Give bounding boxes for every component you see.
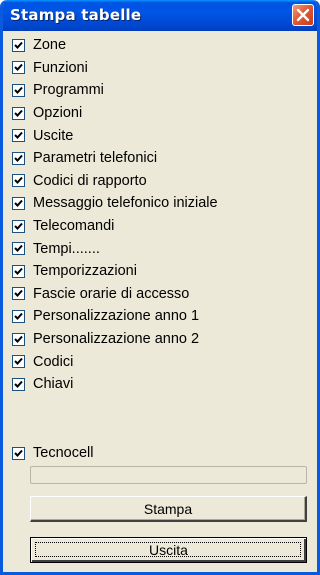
checkbox[interactable] (12, 61, 25, 75)
checkbox-row[interactable]: Personalizzazione anno 2 (3, 328, 317, 351)
checkbox-row[interactable]: Programmi (3, 79, 317, 102)
checkbox-row[interactable]: Zone (3, 34, 317, 57)
print-button-label: Stampa (143, 500, 193, 517)
checkbox[interactable] (12, 219, 25, 233)
checkbox-label: Personalizzazione anno 2 (33, 331, 200, 348)
checkbox-label: Personalizzazione anno 1 (33, 308, 200, 325)
checkbox-label: Programmi (33, 82, 104, 99)
checkbox-row[interactable]: Messaggio telefonico iniziale (3, 192, 317, 215)
checkbox-row[interactable]: Telecomandi (3, 215, 317, 238)
checkbox-label: Chiavi (33, 376, 74, 393)
checkbox[interactable] (12, 129, 25, 143)
checkmark-icon (14, 177, 23, 185)
checkmark-icon (14, 335, 23, 343)
checkbox[interactable] (12, 83, 25, 97)
print-progress-bar (30, 466, 307, 484)
checkbox-row[interactable]: Tempi....... (3, 237, 317, 260)
checkbox-row-tecnocell[interactable]: Tecnocell (3, 442, 317, 465)
checkbox-row[interactable]: Codici (3, 350, 317, 373)
checkbox[interactable] (12, 38, 25, 52)
exit-button[interactable]: Uscita (30, 537, 307, 563)
checkmark-icon (14, 109, 23, 117)
checkmark-icon (14, 267, 23, 275)
checkbox-label: Parametri telefonici (33, 150, 158, 167)
checkbox[interactable] (12, 309, 25, 323)
checkmark-icon (14, 449, 23, 457)
checkbox-label: Uscite (33, 127, 74, 144)
checkmark-icon (14, 290, 23, 298)
checkbox-label: Codici di rapporto (33, 172, 147, 189)
checkbox-row[interactable]: Personalizzazione anno 1 (3, 305, 317, 328)
checkbox-label: Funzioni (33, 59, 88, 76)
checkmark-icon (14, 132, 23, 140)
checkmark-icon (14, 222, 23, 230)
checkmark-icon (14, 41, 23, 49)
checkbox-label: Messaggio telefonico iniziale (33, 195, 218, 212)
checkbox[interactable] (12, 377, 25, 391)
tecnocell-checkbox[interactable] (12, 446, 25, 460)
checkbox-row[interactable]: Temporizzazioni (3, 260, 317, 283)
checkmark-icon (14, 312, 23, 320)
checkbox[interactable] (12, 196, 25, 210)
tecnocell-label: Tecnocell (33, 445, 94, 462)
focus-rectangle (35, 542, 301, 557)
checkbox-label: Telecomandi (33, 218, 115, 235)
checkmark-icon (14, 244, 23, 253)
checkmark-icon (14, 86, 23, 94)
checkbox-row[interactable]: Parametri telefonici (3, 147, 317, 170)
checkbox-row[interactable]: Funzioni (3, 57, 317, 80)
checkbox-label: Fascie orarie di accesso (33, 285, 190, 302)
checkmark-icon (14, 380, 23, 388)
checkbox-row[interactable]: Uscite (3, 124, 317, 147)
checkbox-label: Temporizzazioni (33, 263, 137, 280)
checkmark-icon (14, 64, 23, 72)
window-title: Stampa tabelle (10, 6, 142, 24)
checkbox[interactable] (12, 264, 25, 278)
print-button[interactable]: Stampa (30, 496, 307, 522)
checkbox-row[interactable]: Chiavi (3, 373, 317, 396)
checkbox[interactable] (12, 332, 25, 346)
checkmark-icon (14, 154, 23, 162)
checkbox[interactable] (12, 151, 25, 165)
checkmark-icon (14, 357, 23, 366)
checkbox-row[interactable]: Fascie orarie di accesso (3, 283, 317, 306)
checkbox[interactable] (12, 242, 25, 256)
checkbox[interactable] (12, 106, 25, 120)
title-bar[interactable]: Stampa tabelle (3, 0, 317, 31)
table-checkbox-list: Zone Funzioni Programmi Opzioni Uscite Parame… (3, 34, 317, 396)
print-tables-dialog: Stampa tabelle Zone Funzioni Programmi Opzi… (0, 0, 320, 575)
checkmark-icon (14, 199, 23, 207)
close-icon (293, 5, 313, 25)
checkbox-label: Tempi....... (33, 240, 100, 257)
checkbox[interactable] (12, 355, 25, 369)
checkbox-label: Zone (33, 37, 67, 54)
checkbox[interactable] (12, 174, 25, 188)
checkbox-label: Codici (33, 353, 74, 370)
checkbox-label: Opzioni (33, 105, 83, 122)
checkbox-row[interactable]: Codici di rapporto (3, 170, 317, 193)
close-button[interactable] (292, 4, 314, 26)
checkbox-row[interactable]: Opzioni (3, 102, 317, 125)
checkbox[interactable] (12, 287, 25, 301)
